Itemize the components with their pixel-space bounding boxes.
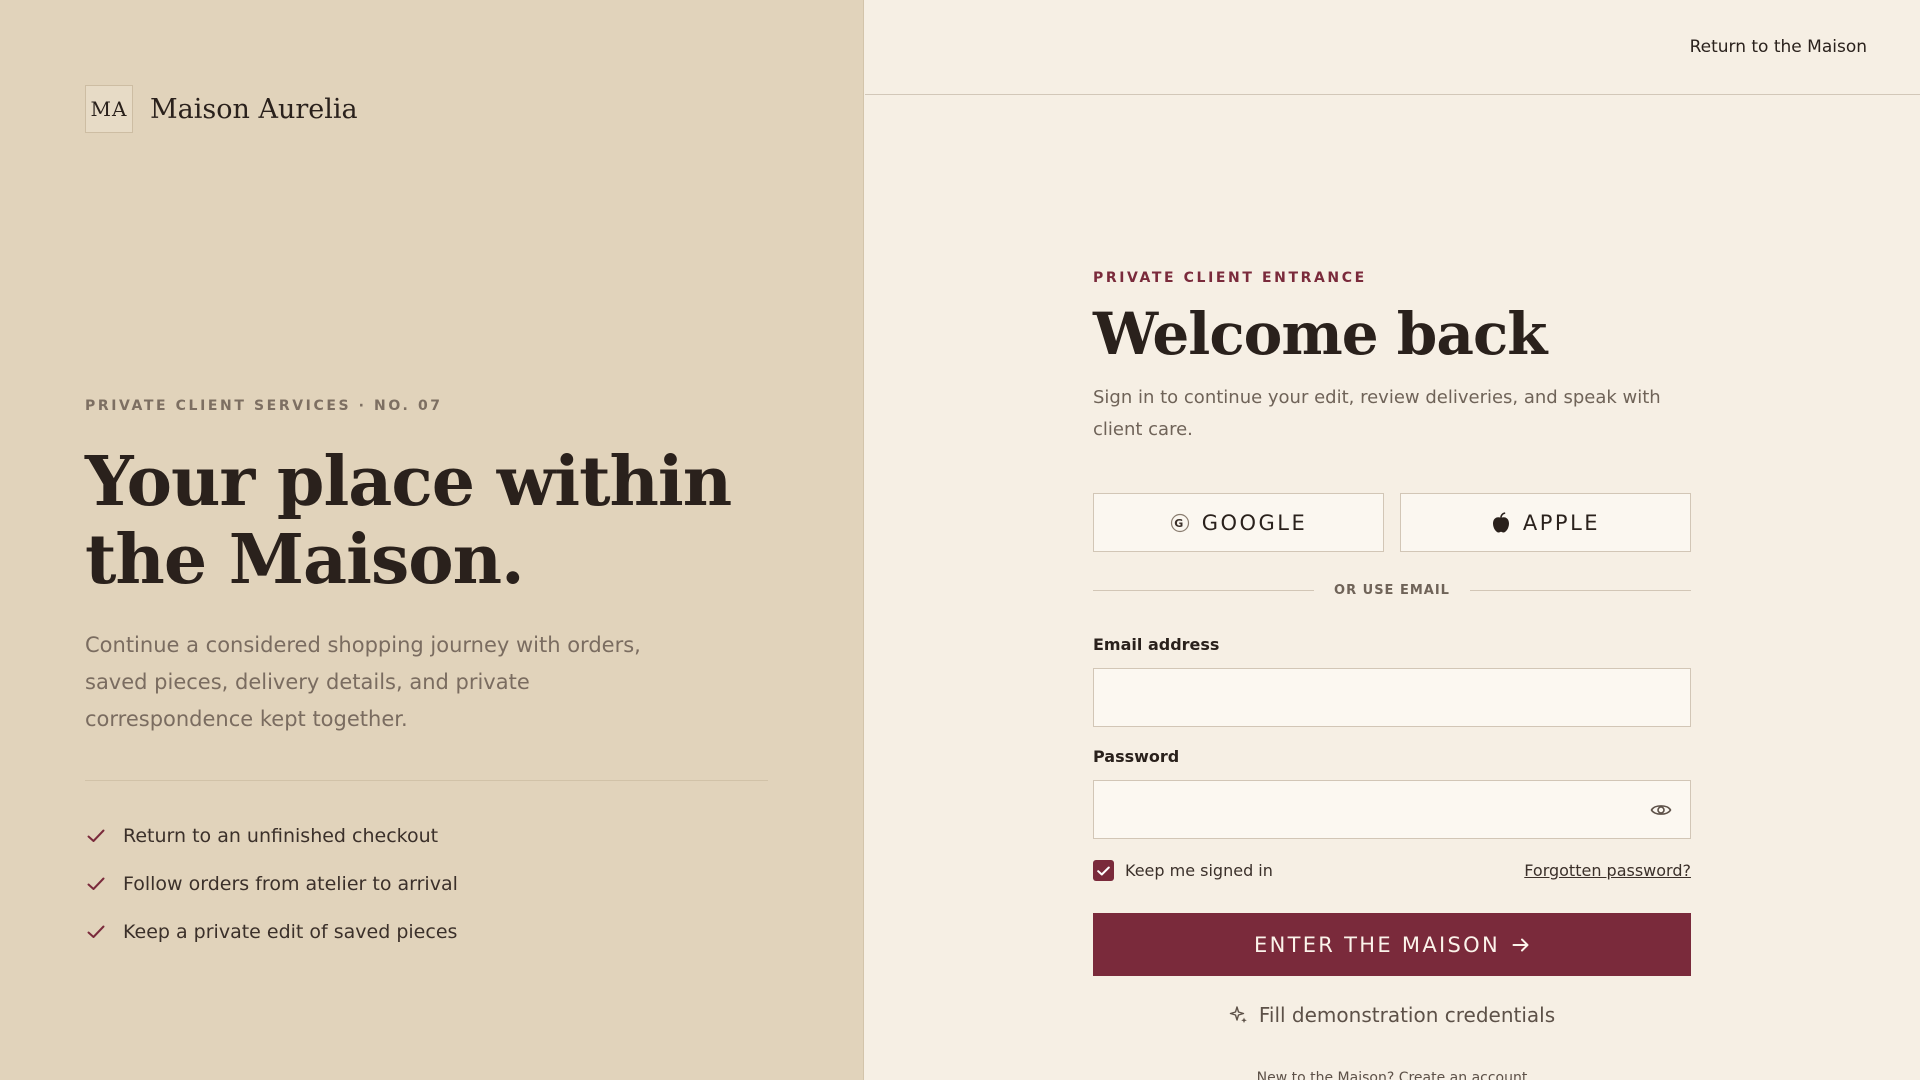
email-label: Email address	[1093, 635, 1220, 654]
svg-text:G: G	[1174, 517, 1186, 530]
benefit-label: Follow orders from atelier to arrival	[123, 873, 458, 895]
keep-signed-in-checkbox[interactable]: Keep me signed in	[1093, 860, 1273, 881]
social-sign-in: G GOOGLE APPLE	[1093, 493, 1691, 552]
return-to-maison-link[interactable]: Return to the Maison	[1690, 37, 1867, 57]
benefit-item: Follow orders from atelier to arrival	[85, 860, 458, 908]
brand-header[interactable]: MA Maison Aurelia	[85, 85, 358, 133]
arrow-right-icon	[1512, 937, 1530, 953]
checkbox-checked-icon	[1093, 860, 1114, 881]
password-field[interactable]	[1093, 780, 1691, 839]
keep-signed-in-label: Keep me signed in	[1125, 861, 1273, 880]
create-account-prompt[interactable]: New to the Maison? Create an account	[1093, 1070, 1691, 1080]
google-label: GOOGLE	[1201, 510, 1308, 535]
divider-line	[1093, 590, 1315, 591]
enter-maison-button[interactable]: ENTER THE MAISON	[1093, 913, 1691, 976]
check-icon	[85, 921, 107, 943]
benefits-list: Return to an unfinished checkout Follow …	[85, 812, 458, 956]
benefit-label: Keep a private edit of saved pieces	[123, 921, 458, 943]
hero-divider	[85, 780, 768, 781]
or-divider: OR USE EMAIL	[1093, 583, 1692, 598]
brand-panel: MA Maison Aurelia PRIVATE CLIENT SERVICE…	[0, 0, 864, 1080]
apple-icon	[1491, 511, 1511, 534]
email-field[interactable]	[1093, 668, 1691, 727]
form-eyebrow: PRIVATE CLIENT ENTRANCE	[1093, 270, 1367, 286]
eye-icon[interactable]	[1649, 798, 1673, 822]
google-icon: G	[1170, 513, 1190, 533]
form-title: Welcome back	[1093, 300, 1547, 368]
brand-name: Maison Aurelia	[150, 93, 358, 125]
forgotten-password-link[interactable]: Forgotten password?	[1524, 861, 1691, 880]
or-divider-text: OR USE EMAIL	[1334, 583, 1450, 598]
password-label: Password	[1093, 747, 1180, 766]
benefit-item: Keep a private edit of saved pieces	[85, 908, 458, 956]
sign-in-form: PRIVATE CLIENT ENTRANCE Welcome back Sig…	[1093, 270, 1692, 1080]
form-intro: Sign in to continue your edit, review de…	[1093, 387, 1661, 440]
hero-eyebrow: PRIVATE CLIENT SERVICES · NO. 07	[85, 398, 443, 414]
check-icon	[85, 873, 107, 895]
top-bar: Return to the Maison	[865, 0, 1920, 95]
hero-subtitle: Continue a considered shopping journey w…	[85, 633, 641, 731]
demo-label: Fill demonstration credentials	[1258, 1003, 1556, 1027]
brand-monogram: MA	[85, 85, 133, 133]
hero-title: Your place within the Maison.	[85, 442, 732, 600]
check-icon	[85, 825, 107, 847]
fill-demo-credentials-button[interactable]: Fill demonstration credentials	[1093, 1003, 1691, 1027]
apple-sign-in-button[interactable]: APPLE	[1400, 493, 1691, 552]
divider-line	[1469, 590, 1692, 591]
apple-label: APPLE	[1522, 510, 1601, 535]
benefit-label: Return to an unfinished checkout	[123, 825, 439, 847]
submit-label: ENTER THE MAISON	[1254, 932, 1500, 957]
google-sign-in-button[interactable]: G GOOGLE	[1093, 493, 1384, 552]
benefit-item: Return to an unfinished checkout	[85, 812, 458, 860]
sparkle-icon	[1229, 1005, 1249, 1025]
